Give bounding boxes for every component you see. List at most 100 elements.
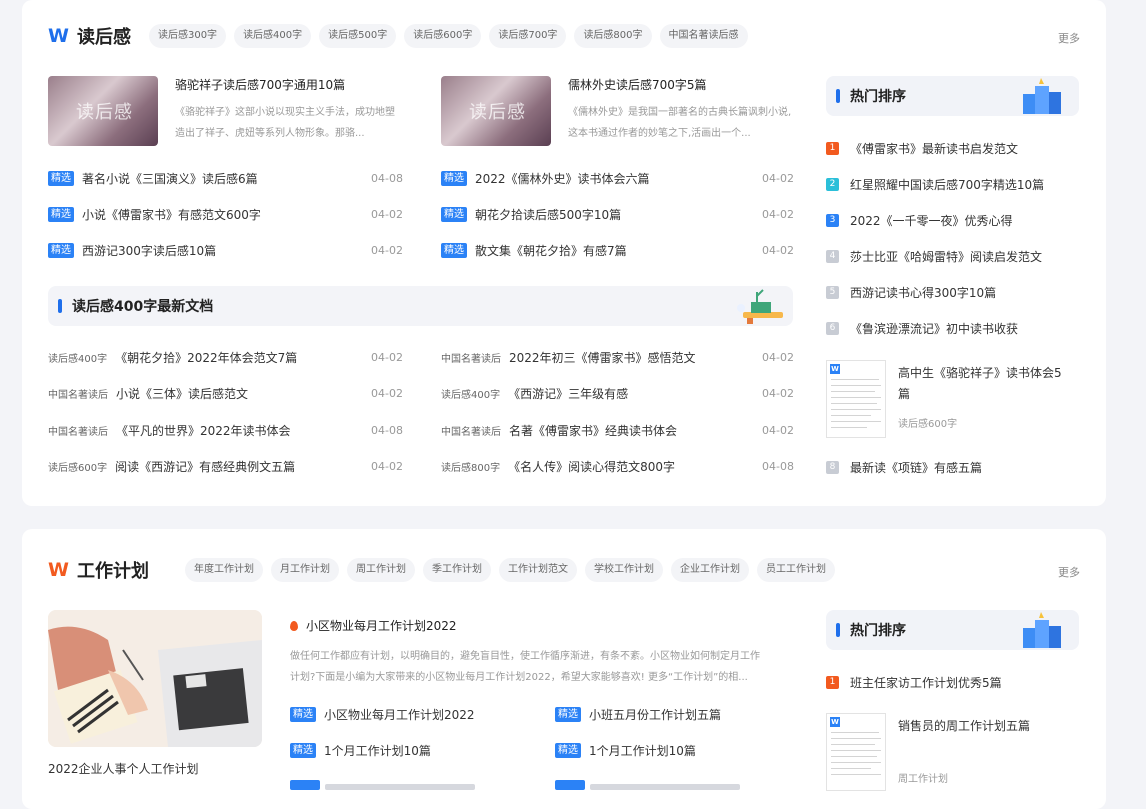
latest-doc-item[interactable]: 中国名著读后 《平凡的世界》2022年读书体会 04-08: [48, 420, 403, 440]
doc-date: 04-08: [371, 423, 403, 437]
hot-item[interactable]: 3 2022《一千零一夜》优秀心得: [826, 212, 1013, 229]
featured-plan-summary: 做任何工作都应有计划，以明确目的，避免盲目性，使工作循序渐进，有条不紊。小区物业…: [290, 646, 802, 688]
list-item-title[interactable]: 1个月工作计划10篇: [324, 742, 431, 759]
featured-plan-title[interactable]: 小区物业每月工作计划2022: [306, 617, 457, 634]
latest-doc-item[interactable]: 中国名著读后 名著《傅雷家书》经典读书体会 04-02: [441, 420, 794, 440]
list-item[interactable]: 精选 朝花夕拾读后感500字10篇 04-02: [441, 204, 794, 224]
list-item-title[interactable]: 小区物业每月工作计划2022: [324, 706, 475, 723]
list-item[interactable]: 精选 1个月工作计划10篇: [555, 740, 696, 760]
doc-title[interactable]: 《名人传》阅读心得范文800字: [508, 458, 675, 475]
document-thumbnail-icon[interactable]: W: [826, 360, 886, 438]
article-title[interactable]: 骆驼祥子读后感700字通用10篇: [175, 76, 400, 93]
doc-title[interactable]: 《朝花夕拾》2022年体会范文7篇: [115, 349, 297, 366]
hot-item[interactable]: 1 班主任家访工作计划优秀5篇: [826, 674, 1002, 691]
hot-item-title[interactable]: 最新读《项链》有感五篇: [850, 459, 982, 476]
tag[interactable]: 读后感800字: [574, 24, 652, 48]
hot-item-title[interactable]: 《鲁滨逊漂流记》初中读书收获: [850, 320, 1018, 337]
document-thumbnail-icon[interactable]: W: [826, 713, 886, 791]
doc-category[interactable]: 读后感400字: [48, 350, 107, 365]
tag[interactable]: 读后感500字: [319, 24, 397, 48]
doc-title[interactable]: 《平凡的世界》2022年读书体会: [116, 422, 291, 439]
doc-category[interactable]: 读后感600字: [48, 459, 107, 474]
tag[interactable]: 月工作计划: [270, 558, 339, 582]
tag[interactable]: 员工工作计划: [756, 558, 835, 582]
hot-item[interactable]: 5 西游记读书心得300字10篇: [826, 284, 996, 301]
hot-item[interactable]: 2 红星照耀中国读后感700字精选10篇: [826, 176, 1044, 193]
list-item-title[interactable]: 散文集《朝花夕拾》有感7篇: [475, 242, 627, 259]
doc-category[interactable]: 中国名著读后: [48, 423, 108, 438]
hot-item[interactable]: 4 莎士比亚《哈姆雷特》阅读启发范文: [826, 248, 1042, 265]
featured-article[interactable]: 读后感 儒林外史读后感700字5篇 《儒林外史》是我国一部著名的古典长篇讽刺小说…: [441, 76, 793, 146]
doc-title[interactable]: 2022年初三《傅雷家书》感悟范文: [509, 349, 696, 366]
tag[interactable]: 年度工作计划: [184, 558, 263, 582]
list-item[interactable]: 精选 小说《傅雷家书》有感范文600字 04-02: [48, 204, 403, 224]
list-item-title[interactable]: 朝花夕拾读后感500字10篇: [475, 206, 621, 223]
list-item[interactable]: 精选 散文集《朝花夕拾》有感7篇 04-02: [441, 240, 794, 260]
doc-title[interactable]: 阅读《西游记》有感经典例文五篇: [115, 458, 295, 475]
doc-title[interactable]: 高中生《骆驼祥子》读书体会5: [898, 363, 1062, 384]
planning-illustration-icon: [48, 610, 262, 747]
hot-doc-item[interactable]: W 高中生《骆驼祥子》读书体会5 篇 读后感600字: [826, 360, 1062, 438]
tag[interactable]: 周工作计划: [346, 558, 415, 582]
more-link[interactable]: 更多: [1058, 564, 1080, 580]
list-item-title[interactable]: 小说《傅雷家书》有感范文600字: [82, 206, 261, 223]
list-item-title[interactable]: 1个月工作计划10篇: [589, 742, 696, 759]
latest-doc-item[interactable]: 读后感400字 《西游记》三年级有感 04-02: [441, 383, 794, 403]
latest-doc-item[interactable]: 读后感600字 阅读《西游记》有感经典例文五篇 04-02: [48, 456, 403, 476]
tag[interactable]: 读后感700字: [489, 24, 567, 48]
list-item-title[interactable]: 小班五月份工作计划五篇: [589, 706, 721, 723]
doc-category[interactable]: 读后感600字: [898, 415, 1062, 430]
tag[interactable]: 企业工作计划: [670, 558, 749, 582]
list-item-title[interactable]: 著名小说《三国演义》读后感6篇: [82, 170, 258, 187]
hot-item-title[interactable]: 红星照耀中国读后感700字精选10篇: [850, 176, 1044, 193]
latest-doc-item[interactable]: 中国名著读后 小说《三体》读后感范文 04-02: [48, 383, 403, 403]
article-thumbnail[interactable]: 读后感: [441, 76, 551, 146]
list-item[interactable]: 精选 著名小说《三国演义》读后感6篇 04-08: [48, 168, 403, 188]
featured-article[interactable]: 读后感 骆驼祥子读后感700字通用10篇 《骆驼祥子》这部小说以现实主义手法，成…: [48, 76, 400, 146]
article-thumbnail[interactable]: 读后感: [48, 76, 158, 146]
hot-item-title[interactable]: 西游记读书心得300字10篇: [850, 284, 996, 301]
doc-category[interactable]: 中国名著读后: [441, 350, 501, 365]
list-item[interactable]: 精选 1个月工作计划10篇: [290, 740, 431, 760]
doc-category[interactable]: 中国名著读后: [48, 386, 108, 401]
list-item-title[interactable]: 西游记300字读后感10篇: [82, 242, 216, 259]
tag[interactable]: 季工作计划: [422, 558, 491, 582]
list-item[interactable]: 精选 西游记300字读后感10篇 04-02: [48, 240, 403, 260]
tag[interactable]: 读后感400字: [234, 24, 312, 48]
hot-item[interactable]: 1 《傅雷家书》最新读书启发范文: [826, 140, 1018, 157]
more-link[interactable]: 更多: [1058, 30, 1080, 46]
doc-category[interactable]: 周工作计划: [898, 770, 1030, 785]
doc-category[interactable]: 读后感400字: [441, 386, 500, 401]
list-item-title[interactable]: 2022《儒林外史》读书体会六篇: [475, 170, 650, 187]
doc-title[interactable]: 名著《傅雷家书》经典读书体会: [509, 422, 677, 439]
hot-item[interactable]: 8 最新读《项链》有感五篇: [826, 459, 982, 476]
doc-title[interactable]: 《西游记》三年级有感: [508, 385, 628, 402]
tag[interactable]: 读后感600字: [404, 24, 482, 48]
doc-title[interactable]: 小说《三体》读后感范文: [116, 385, 248, 402]
tag[interactable]: 工作计划范文: [498, 558, 577, 582]
illustration-caption[interactable]: 2022企业人事个人工作计划: [48, 760, 199, 777]
tag[interactable]: 读后感300字: [148, 24, 227, 48]
hot-item[interactable]: 6 《鲁滨逊漂流记》初中读书收获: [826, 320, 1018, 337]
article-illustration[interactable]: [48, 610, 262, 747]
article-title[interactable]: 儒林外史读后感700字5篇: [568, 76, 793, 93]
hot-doc-item[interactable]: W 销售员的周工作计划五篇 周工作计划: [826, 713, 1030, 791]
list-item[interactable]: 精选 2022《儒林外史》读书体会六篇 04-02: [441, 168, 794, 188]
doc-category[interactable]: 读后感800字: [441, 459, 500, 474]
hot-item-title[interactable]: 2022《一千零一夜》优秀心得: [850, 212, 1013, 229]
list-item[interactable]: 精选 小班五月份工作计划五篇: [555, 704, 721, 724]
hot-item-title[interactable]: 《傅雷家书》最新读书启发范文: [850, 140, 1018, 157]
latest-doc-item[interactable]: 中国名著读后 2022年初三《傅雷家书》感悟范文 04-02: [441, 347, 794, 367]
list-item[interactable]: 精选 小区物业每月工作计划2022: [290, 704, 475, 724]
latest-doc-item[interactable]: 读后感400字 《朝花夕拾》2022年体会范文7篇 04-02: [48, 347, 403, 367]
featured-plan-heading[interactable]: 小区物业每月工作计划2022: [290, 617, 457, 634]
doc-title[interactable]: 销售员的周工作计划五篇: [898, 716, 1030, 737]
tag[interactable]: 学校工作计划: [584, 558, 663, 582]
list-item-cut: [325, 784, 475, 790]
doc-category[interactable]: 中国名著读后: [441, 423, 501, 438]
latest-doc-item[interactable]: 读后感800字 《名人传》阅读心得范文800字 04-08: [441, 456, 794, 476]
hot-item-title[interactable]: 班主任家访工作计划优秀5篇: [850, 674, 1002, 691]
hot-item-title[interactable]: 莎士比亚《哈姆雷特》阅读启发范文: [850, 248, 1042, 265]
doc-title-cont[interactable]: 篇: [898, 384, 1062, 405]
tag[interactable]: 中国名著读后感: [659, 24, 748, 48]
